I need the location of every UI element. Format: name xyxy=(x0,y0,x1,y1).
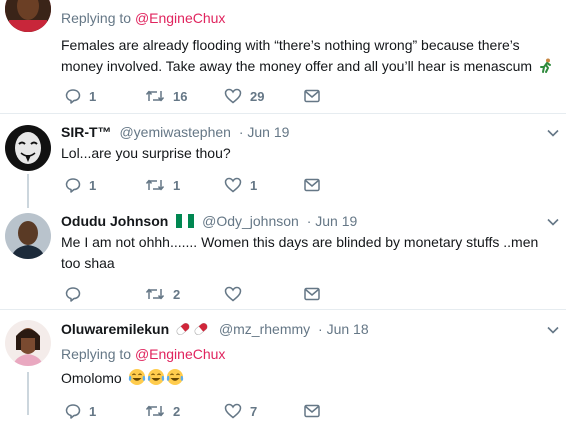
like-count: 7 xyxy=(250,403,258,419)
reply-icon xyxy=(65,287,81,302)
avatar[interactable] xyxy=(5,320,51,366)
tweet-header: SIR-T™ @yemiwastephen · Jun 19 xyxy=(61,124,289,140)
envelope-icon xyxy=(304,178,320,192)
dm-button[interactable] xyxy=(304,175,320,195)
tweet-actions: 1 1 1 xyxy=(61,175,361,195)
chevron-down-icon[interactable] xyxy=(546,126,560,140)
tweet-actions: 2 xyxy=(61,284,361,304)
like-button[interactable]: 7 xyxy=(224,401,257,421)
retweet-button[interactable]: 1 xyxy=(145,175,180,195)
reply-button[interactable]: 1 xyxy=(65,401,96,421)
reply-count: 1 xyxy=(89,88,97,104)
tweet-text: Me I am not ohhh....... Women this days … xyxy=(61,234,539,271)
nigeria-flag-icon xyxy=(176,214,195,231)
heart-icon xyxy=(224,403,242,419)
heart-icon xyxy=(224,88,242,104)
retweet-count: 1 xyxy=(173,177,181,193)
tears-of-joy-icon xyxy=(128,368,184,392)
retweet-icon xyxy=(145,405,165,417)
retweet-count: 2 xyxy=(173,403,181,419)
replying-handle-link[interactable]: @EngineChux xyxy=(135,10,226,26)
tweet-header: Oluwaremilekun @mz_rhemmy · Jun 18 xyxy=(61,321,369,340)
like-button[interactable] xyxy=(224,284,242,304)
avatar[interactable] xyxy=(5,213,51,259)
retweet-button[interactable]: 2 xyxy=(145,401,180,421)
dm-button[interactable] xyxy=(304,86,320,106)
reply-count: 1 xyxy=(89,177,97,193)
like-button[interactable]: 1 xyxy=(224,175,257,195)
dm-button[interactable] xyxy=(304,284,320,304)
display-name[interactable]: SIR-T™ xyxy=(61,124,112,140)
display-name[interactable]: Oluwaremilekun xyxy=(61,321,169,337)
chevron-down-icon[interactable] xyxy=(546,323,560,337)
tweet-text: Omolomo xyxy=(61,368,556,392)
tweet-text: Females are already flooding with “there… xyxy=(61,35,556,80)
replying-to: Replying to @EngineChux xyxy=(61,10,226,26)
reply-count: 1 xyxy=(89,403,97,419)
tweet-header: Odudu Johnson @Ody_johnson · Jun 19 xyxy=(61,213,357,231)
tweet-1[interactable]: Replying to @EngineChux Females are alre… xyxy=(0,0,566,112)
tweet-2[interactable]: SIR-T™ @yemiwastephen · Jun 19 Lol...are… xyxy=(0,114,566,208)
heart-icon xyxy=(224,286,242,302)
retweet-icon xyxy=(145,90,165,102)
replying-handle-link[interactable]: @EngineChux xyxy=(135,346,226,362)
retweet-icon xyxy=(145,288,165,300)
reply-icon xyxy=(65,178,81,193)
envelope-icon xyxy=(304,404,320,418)
avatar[interactable] xyxy=(5,0,51,32)
retweet-button[interactable]: 2 xyxy=(145,284,180,304)
retweet-count: 16 xyxy=(173,88,188,104)
reply-button[interactable] xyxy=(65,284,81,304)
like-count: 29 xyxy=(250,88,265,104)
tweet-actions: 1 16 29 xyxy=(61,86,361,106)
tweet-date[interactable]: · Jun 19 xyxy=(239,124,290,140)
thread-line xyxy=(27,372,29,415)
runner-emoji xyxy=(538,58,554,80)
tweet-actions: 1 2 7 xyxy=(61,401,361,421)
tweet-3[interactable]: Odudu Johnson @Ody_johnson · Jun 19 Me I… xyxy=(0,203,566,305)
retweet-button[interactable]: 16 xyxy=(145,86,187,106)
pill-icon xyxy=(175,321,211,340)
retweet-count: 2 xyxy=(173,286,181,302)
tweet-date[interactable]: · Jun 19 xyxy=(307,213,358,229)
like-count: 1 xyxy=(250,177,258,193)
envelope-icon xyxy=(304,287,320,301)
user-handle[interactable]: @yemiwastephen xyxy=(119,124,231,140)
chevron-down-icon[interactable] xyxy=(546,215,560,229)
tweet-date[interactable]: · Jun 18 xyxy=(318,321,369,337)
dm-button[interactable] xyxy=(304,401,320,421)
like-button[interactable]: 29 xyxy=(224,86,264,106)
reply-button[interactable]: 1 xyxy=(65,86,96,106)
retweet-icon xyxy=(145,179,165,191)
reply-button[interactable]: 1 xyxy=(65,175,96,195)
heart-icon xyxy=(224,177,242,193)
avatar[interactable] xyxy=(5,125,51,171)
user-handle[interactable]: @mz_rhemmy xyxy=(219,321,310,337)
user-handle[interactable]: @Ody_johnson xyxy=(202,213,299,229)
tweet-text: Lol...are you surprise thou? xyxy=(61,145,231,161)
display-name[interactable]: Odudu Johnson xyxy=(61,213,168,229)
reply-icon xyxy=(65,89,81,104)
tweet-4[interactable]: Oluwaremilekun @mz_rhemmy · Jun 18 Reply… xyxy=(0,310,566,419)
envelope-icon xyxy=(304,89,320,103)
reply-icon xyxy=(65,404,81,419)
replying-to: Replying to @EngineChux xyxy=(61,346,226,362)
